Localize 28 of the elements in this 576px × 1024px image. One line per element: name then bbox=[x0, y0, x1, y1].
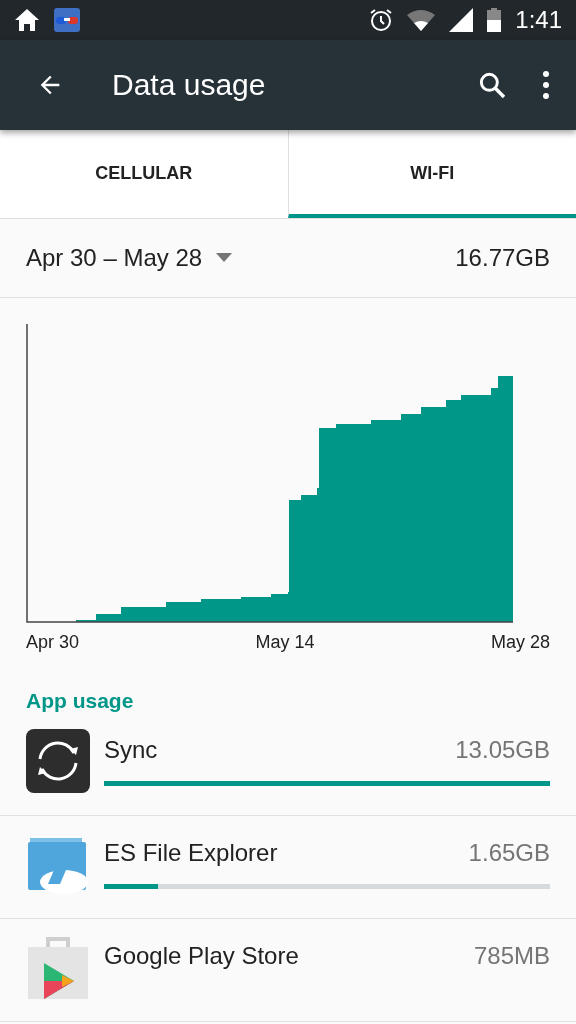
app-name: Sync bbox=[104, 736, 158, 764]
app-row[interactable]: Google Play Store 785MB bbox=[0, 919, 576, 1022]
caret-icon bbox=[216, 253, 233, 263]
app-usage-amount: 1.65GB bbox=[468, 839, 550, 867]
shopping-bag-app-icon bbox=[26, 935, 90, 999]
app-usage-amount: 13.05GB bbox=[455, 736, 550, 764]
signal-icon bbox=[449, 8, 474, 32]
wifi-icon bbox=[407, 9, 436, 31]
axis-label: May 28 bbox=[490, 632, 550, 653]
more-options-icon bbox=[542, 70, 550, 100]
alarm-icon bbox=[369, 8, 394, 32]
axis-label: May 14 bbox=[255, 632, 315, 653]
tab[interactable]: WI-FI bbox=[287, 130, 576, 218]
glasses-app-icon bbox=[54, 8, 80, 32]
total-usage: 16.77GB bbox=[455, 244, 550, 272]
sync-app-icon bbox=[26, 729, 90, 793]
clock-time: 1:41 bbox=[515, 6, 562, 34]
app-name: ES File Explorer bbox=[104, 839, 278, 867]
home-icon bbox=[14, 8, 40, 32]
app-row[interactable]: Sync 13.05GB bbox=[0, 713, 576, 816]
app-usage-amount: 785MB bbox=[473, 942, 550, 970]
screen-title: Data usage bbox=[112, 68, 266, 102]
battery-icon bbox=[487, 8, 502, 32]
axis-label: Apr 30 bbox=[26, 632, 80, 653]
app-row[interactable]: ES File Explorer 1.65GB bbox=[0, 816, 576, 919]
period-dropdown[interactable]: Apr 30 – May 28 bbox=[26, 244, 233, 272]
section-heading: App usage bbox=[25, 688, 135, 713]
app-name: Google Play Store bbox=[104, 942, 299, 970]
